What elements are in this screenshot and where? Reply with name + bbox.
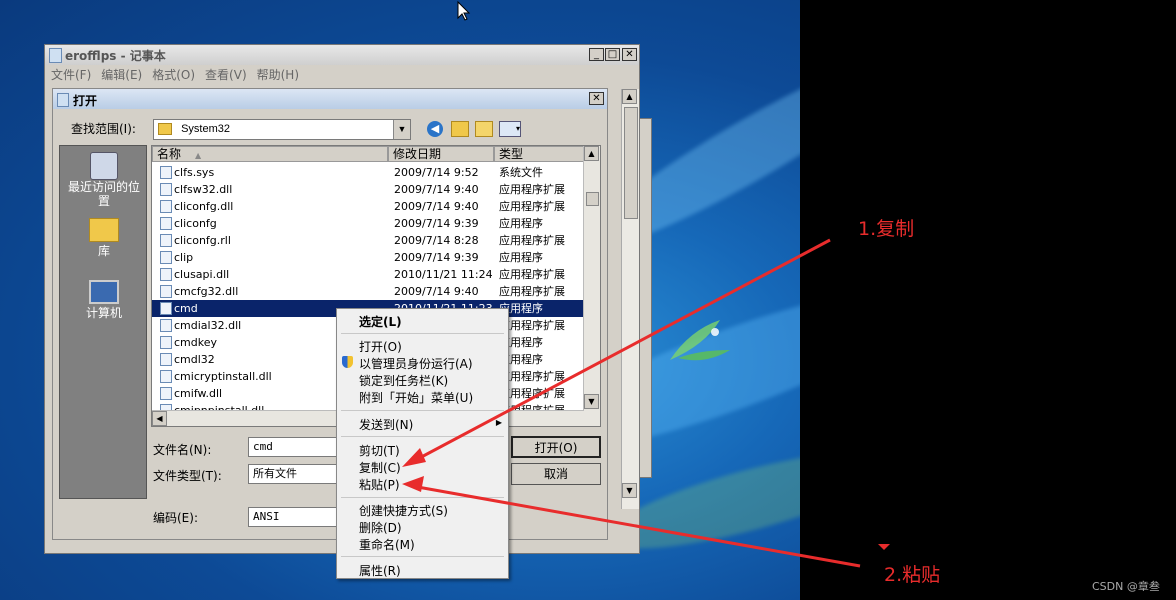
annotation-arrows [402,0,890,568]
paste-annotation: 2.粘贴 [884,564,941,586]
watermark: CSDN @章叁 [1092,580,1160,593]
copy-arrow [411,238,831,464]
paste-arrow [411,484,861,568]
small-marker [878,544,890,550]
paste-arrowhead [402,476,424,492]
copy-annotation: 1.复制 [858,218,915,240]
copy-arrowhead [402,448,426,467]
mouse-cursor-icon [457,0,471,21]
